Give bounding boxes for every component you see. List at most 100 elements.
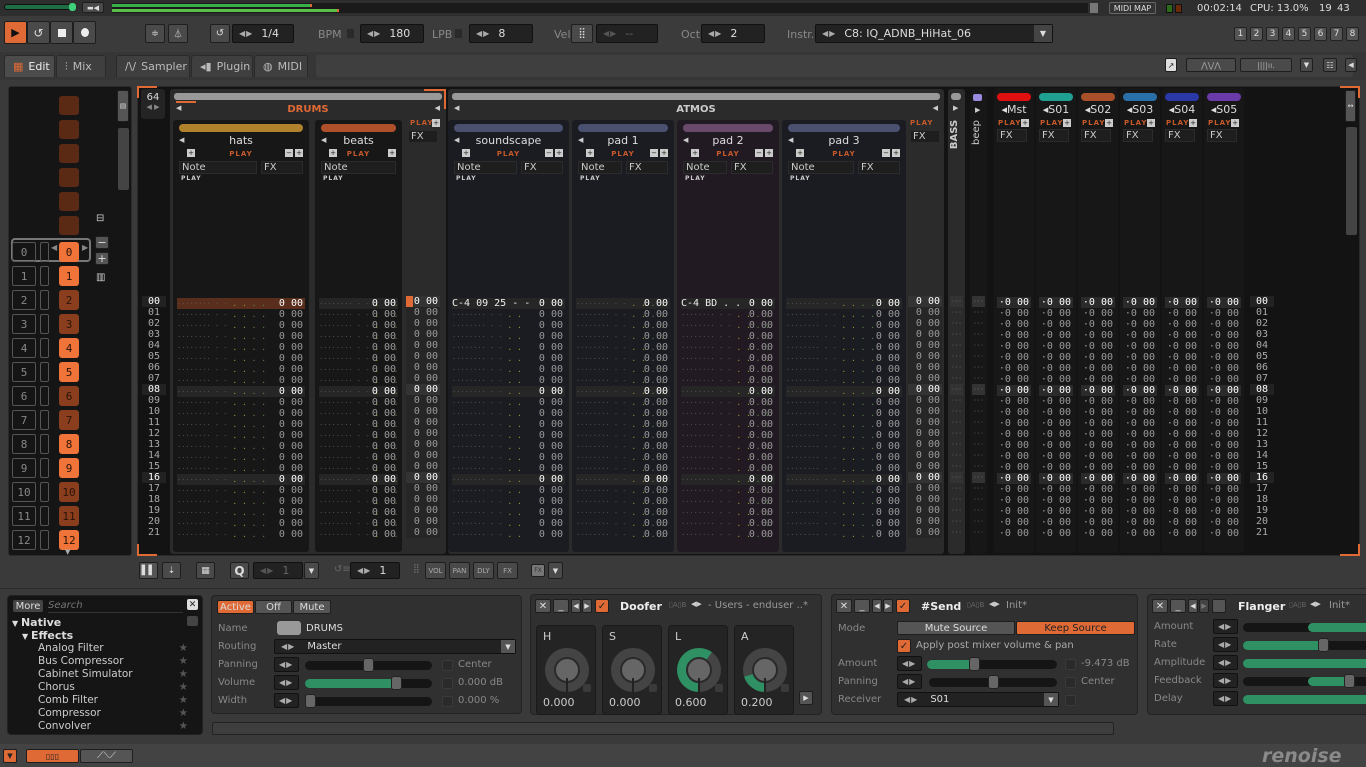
collapsed-line[interactable]: ··· xyxy=(950,351,963,362)
fx-line[interactable]: ··0 00 xyxy=(997,440,1031,451)
sequence-position[interactable]: 0 xyxy=(12,242,36,262)
fx-column-toggle[interactable]: FX xyxy=(497,562,518,579)
group-fx-line[interactable]: 0 00 xyxy=(406,395,440,406)
fx-line[interactable]: ··0 00 xyxy=(1081,517,1115,528)
fx-line[interactable]: ··0 00 xyxy=(1165,506,1199,517)
fx-line[interactable]: ··0 00 xyxy=(1165,429,1199,440)
fx-line[interactable]: ··0 00 xyxy=(1039,418,1073,429)
group-fx-line[interactable]: 0 00 xyxy=(406,428,440,439)
collapsed-line[interactable]: ··· xyxy=(950,428,963,439)
group-fx-line[interactable]: 0 00 xyxy=(406,494,440,505)
device-off-button[interactable]: Off xyxy=(255,600,292,614)
fx-line[interactable]: ··0 00 xyxy=(1207,484,1241,495)
pattern-line[interactable]: ········ - - . . . .0 00 xyxy=(576,408,670,419)
group-fx-line[interactable]: 0 00 xyxy=(908,329,942,340)
device-move-right-button[interactable]: ▶ xyxy=(1199,599,1209,613)
lower-frame-toggle[interactable]: ▼ xyxy=(3,749,17,763)
fx-line[interactable]: ··0 00 xyxy=(997,297,1031,308)
pattern-line[interactable]: ········ - - . . 0 00 xyxy=(452,364,565,375)
fx-line[interactable]: ··0 00 xyxy=(1081,506,1115,517)
sequencer-prev-icon[interactable]: ◀ xyxy=(51,243,57,252)
slider-handle[interactable] xyxy=(1343,674,1355,688)
fx-line[interactable]: ··0 00 xyxy=(1207,517,1241,528)
pattern-line[interactable]: ········ - - . . . .0 00 xyxy=(576,320,670,331)
pattern-line[interactable]: ········ - - . . . .0 00 xyxy=(681,309,775,320)
sequencer-toggle[interactable]: ▤ xyxy=(117,90,129,122)
fx-line[interactable]: ··0 00 xyxy=(1081,341,1115,352)
fx-line[interactable]: ··0 00 xyxy=(1039,528,1073,539)
pattern-line[interactable]: ········ - - . . . .0 00 xyxy=(786,441,902,452)
panic-button[interactable]: ▬◀ xyxy=(82,2,104,13)
fx-line[interactable]: ··0 00 xyxy=(1039,352,1073,363)
param-slider-rate[interactable] xyxy=(1243,638,1366,652)
pattern-line[interactable]: ········ - - . . . .0 00 xyxy=(319,298,398,309)
fx-line[interactable]: ··0 00 xyxy=(1039,319,1073,330)
track-set-4[interactable]: 4 xyxy=(1282,27,1295,41)
pattern-line[interactable]: ········ - - . . . .0 00 xyxy=(576,529,670,540)
receiver-select[interactable]: ◀▶ S01 ▼ xyxy=(897,692,1059,707)
fx-line[interactable]: ··0 00 xyxy=(1039,330,1073,341)
keyboard-toggle-button[interactable]: ▦ xyxy=(196,562,215,579)
fx-line[interactable]: ··0 00 xyxy=(997,429,1031,440)
collapsed-line[interactable]: ··· xyxy=(972,373,985,384)
note-column-header[interactable]: Note xyxy=(578,161,622,174)
send-track-name[interactable]: ◂S05 xyxy=(1204,103,1244,116)
fx-line[interactable]: ··0 00 xyxy=(1123,495,1157,506)
sequence-pattern[interactable]: 0 xyxy=(59,242,79,262)
pattern-line[interactable]: ········ - - . . . .0 00 xyxy=(681,419,775,430)
fx-line[interactable]: ··0 00 xyxy=(1165,319,1199,330)
device-minimize-button[interactable]: _ xyxy=(854,599,870,613)
fx-line[interactable]: ··0 00 xyxy=(1123,319,1157,330)
fx-column-header[interactable]: FX xyxy=(997,129,1027,142)
fx-line[interactable]: ··0 00 xyxy=(1081,495,1115,506)
pattern-line[interactable]: ········ - - . . . .0 00 xyxy=(319,496,398,507)
collapsed-line[interactable]: ··· xyxy=(972,461,985,472)
collapsed-line[interactable]: ··· xyxy=(950,439,963,450)
fx-line[interactable]: ··0 00 xyxy=(1123,363,1157,374)
sequence-slot[interactable] xyxy=(40,530,49,550)
send-track-s05[interactable]: ◂S05PLAY+FX··0 00··0 00··0 00··0 00··0 0… xyxy=(1204,88,1244,553)
fx-line[interactable]: ··0 00 xyxy=(997,374,1031,385)
add-column-icon[interactable]: + xyxy=(1105,119,1113,127)
fx-line[interactable]: ··0 00 xyxy=(997,341,1031,352)
pattern-line[interactable]: ········ - - . . 0 00 xyxy=(452,463,565,474)
tab-mix[interactable]: ⫶ Mix xyxy=(56,55,106,77)
add-fx-column-icon[interactable]: + xyxy=(388,149,396,157)
group-fx-line[interactable]: 0 00 xyxy=(406,505,440,516)
sequence-matrix-icon[interactable]: ▥ xyxy=(96,272,105,283)
device-close-button[interactable]: ✕ xyxy=(535,599,551,613)
param-slider-amount[interactable] xyxy=(1243,623,1366,632)
pattern-line[interactable]: ········ - - . . 0 00 xyxy=(452,320,565,331)
scope-handle[interactable] xyxy=(1090,3,1098,13)
favorite-star-icon[interactable]: ★ xyxy=(179,707,188,720)
group-fx-line[interactable]: 0 00 xyxy=(908,395,942,406)
track-name[interactable]: pad 3 xyxy=(782,134,906,147)
fx-line[interactable]: ··0 00 xyxy=(1123,396,1157,407)
param-stepper[interactable]: ◀▶ xyxy=(1213,673,1238,688)
sequence-pattern[interactable]: 11 xyxy=(59,506,79,526)
fx-line[interactable]: ··0 00 xyxy=(1039,506,1073,517)
sequence-slot[interactable] xyxy=(40,482,49,502)
fx-line[interactable]: ··0 00 xyxy=(1165,385,1199,396)
sequencer-scroll-down-icon[interactable]: ▼ xyxy=(65,548,70,556)
group-fx-column[interactable]: FX xyxy=(910,130,940,143)
midi-map-button[interactable]: MIDI MAP xyxy=(1109,2,1156,14)
pattern-line[interactable]: ········ - - . . . .0 00 xyxy=(576,419,670,430)
add-note-column-icon[interactable]: + xyxy=(462,149,470,157)
pattern-line[interactable]: ········ - - . . . .0 00 xyxy=(786,309,902,320)
send-track-s02[interactable]: ◂S02PLAY+FX··0 00··0 00··0 00··0 00··0 0… xyxy=(1078,88,1118,553)
pattern-line[interactable]: ········ - - . . . .0 00 xyxy=(786,408,902,419)
collapsed-line[interactable]: ··· xyxy=(972,417,985,428)
group-fx-line[interactable]: 0 00 xyxy=(908,362,942,373)
volume-checkbox[interactable] xyxy=(442,678,453,689)
group-fx-line[interactable]: 0 00 xyxy=(406,472,440,483)
pattern-line[interactable]: ········ - - . . . .0 00 xyxy=(786,496,902,507)
send-track-s01[interactable]: ◂S01PLAY+FX··0 00··0 00··0 00··0 00··0 0… xyxy=(1036,88,1076,553)
loop-pattern-button[interactable]: ↺ xyxy=(27,21,50,44)
group-fx-line[interactable]: 0 00 xyxy=(406,296,440,307)
collapsed-line[interactable]: ··· xyxy=(950,307,963,318)
panning-column-toggle[interactable]: PAN xyxy=(449,562,470,579)
collapsed-line[interactable]: ··· xyxy=(950,417,963,428)
collapsed-line[interactable]: ··· xyxy=(950,318,963,329)
tab-midi[interactable]: ◍ MIDI xyxy=(254,55,308,77)
